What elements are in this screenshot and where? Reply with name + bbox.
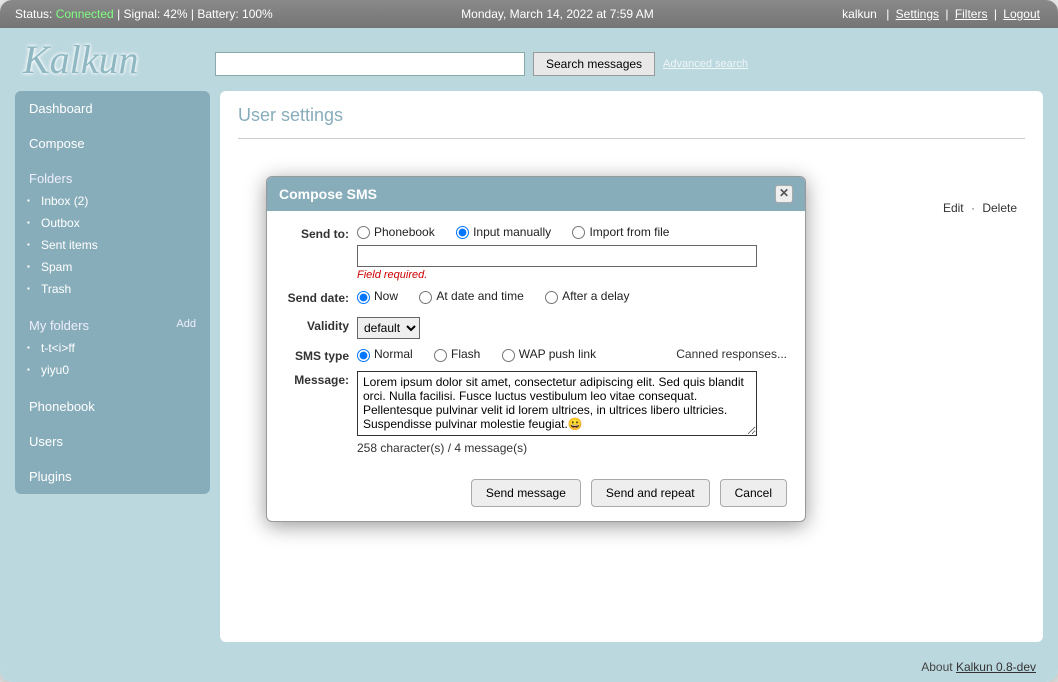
sidebar-item-myfolder[interactable]: yiyu0 (41, 359, 200, 381)
validity-select[interactable]: default (357, 317, 420, 339)
status-text: Status: Connected | Signal: 42% | Batter… (15, 7, 273, 21)
sidebar-item-dashboard[interactable]: Dashboard (15, 91, 210, 126)
canned-responses-link[interactable]: Canned responses... (676, 347, 787, 361)
sidebar-section-folders: Folders (15, 161, 210, 190)
sendto-manual-radio[interactable]: Input manually (456, 225, 551, 239)
dialog-title: Compose SMS (279, 186, 377, 202)
cancel-button[interactable]: Cancel (720, 479, 787, 507)
validity-label: Validity (285, 317, 357, 339)
send-button[interactable]: Send message (471, 479, 581, 507)
sidebar-item-inbox[interactable]: Inbox (2) (41, 190, 200, 212)
footer: About Kalkun 0.8-dev (0, 652, 1058, 682)
sendto-phonebook-radio[interactable]: Phonebook (357, 225, 435, 239)
sidebar-item-plugins[interactable]: Plugins (15, 459, 210, 494)
recipient-input[interactable] (357, 245, 757, 267)
sidebar: Dashboard Compose Folders Inbox (2) Outb… (15, 91, 210, 494)
about-link[interactable]: Kalkun 0.8-dev (956, 660, 1036, 674)
settings-link[interactable]: Settings (896, 7, 939, 21)
sidebar-item-sent[interactable]: Sent items (41, 234, 200, 256)
senddate-label: Send date: (285, 289, 357, 305)
send-repeat-button[interactable]: Send and repeat (591, 479, 710, 507)
sidebar-item-users[interactable]: Users (15, 424, 210, 459)
sidebar-item-compose[interactable]: Compose (15, 126, 210, 161)
sendto-import-radio[interactable]: Import from file (572, 225, 669, 239)
sidebar-item-trash[interactable]: Trash (41, 278, 200, 300)
char-count: 258 character(s) / 4 message(s) (357, 441, 787, 455)
close-icon[interactable]: ✕ (775, 185, 793, 203)
edit-link[interactable]: Edit (943, 201, 964, 215)
topbar: Status: Connected | Signal: 42% | Batter… (0, 0, 1058, 28)
search-button[interactable]: Search messages (533, 52, 655, 76)
compose-sms-dialog: Compose SMS ✕ Send to: Phonebook Input m… (266, 176, 806, 522)
app-logo: Kalkun (15, 36, 215, 91)
sidebar-item-phonebook[interactable]: Phonebook (15, 389, 210, 424)
add-folder-button[interactable]: Add (176, 318, 196, 333)
datetime-text: Monday, March 14, 2022 at 7:59 AM (461, 7, 654, 21)
advanced-search-link[interactable]: Advanced search (663, 58, 748, 70)
smstype-flash-radio[interactable]: Flash (434, 347, 480, 361)
message-textarea[interactable] (357, 371, 757, 436)
smstype-wap-radio[interactable]: WAP push link (502, 347, 596, 361)
senddate-now-radio[interactable]: Now (357, 289, 398, 303)
filters-link[interactable]: Filters (955, 7, 988, 21)
senddate-at-radio[interactable]: At date and time (419, 289, 523, 303)
recipient-error: Field required. (357, 269, 787, 281)
sidebar-item-myfolder[interactable]: t-t<i>ff (41, 337, 200, 359)
search-input[interactable] (215, 52, 525, 76)
logout-link[interactable]: Logout (1003, 7, 1040, 21)
message-label: Message: (285, 371, 357, 455)
sendto-label: Send to: (285, 225, 357, 281)
page-title: User settings (238, 105, 1025, 139)
sidebar-section-myfolders: My folders Add (15, 308, 210, 337)
delete-link[interactable]: Delete (982, 201, 1017, 215)
sidebar-item-outbox[interactable]: Outbox (41, 212, 200, 234)
smstype-label: SMS type (285, 347, 357, 363)
smstype-normal-radio[interactable]: Normal (357, 347, 413, 361)
app-name-label: kalkun (842, 7, 877, 21)
senddate-delay-radio[interactable]: After a delay (545, 289, 629, 303)
sidebar-item-spam[interactable]: Spam (41, 256, 200, 278)
